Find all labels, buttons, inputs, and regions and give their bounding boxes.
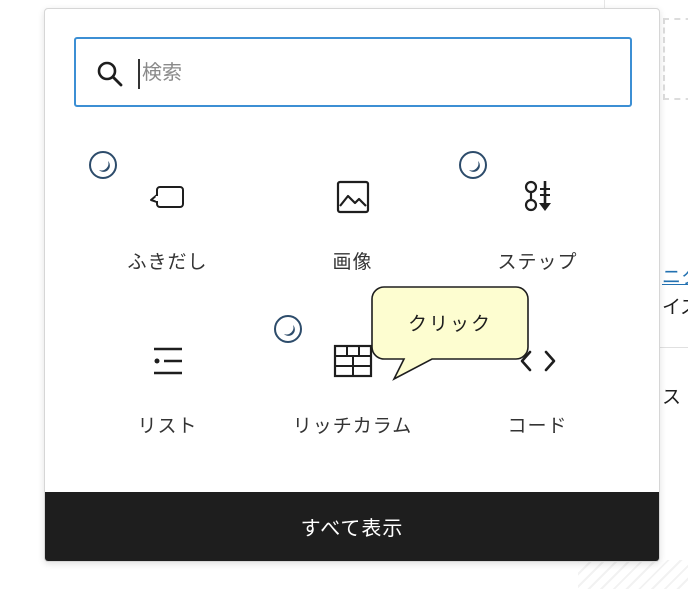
pro-badge-icon xyxy=(459,151,487,179)
step-icon xyxy=(518,177,558,217)
browse-all-button[interactable]: すべて表示 xyxy=(45,492,659,561)
search-input[interactable] xyxy=(142,52,602,92)
list-icon xyxy=(148,341,188,381)
block-label: リッチカラム xyxy=(292,415,413,437)
editor-text-fragment: ス xyxy=(662,386,682,408)
pro-badge-icon xyxy=(89,151,117,179)
text-caret xyxy=(138,59,140,89)
search-box[interactable] xyxy=(74,37,632,107)
block-label: リスト xyxy=(137,415,198,437)
editor-hatched-area xyxy=(578,560,688,589)
block-placeholder xyxy=(663,18,688,100)
search-icon xyxy=(97,61,123,87)
block-label: 画像 xyxy=(332,251,373,273)
block-label: ステップ xyxy=(497,251,578,273)
callout-text: クリック xyxy=(407,313,492,335)
image-icon xyxy=(333,177,373,217)
block-inserter-popover: ふきだし 画像 ステップ xyxy=(44,8,660,562)
block-item-balloon[interactable]: ふきだし xyxy=(75,157,260,307)
rich-column-icon xyxy=(333,341,373,381)
block-label: ふきだし xyxy=(127,251,208,273)
editor-text-fragment: イズ xyxy=(662,296,688,318)
block-label: コード xyxy=(507,415,568,437)
annotation-callout: クリック xyxy=(370,285,530,381)
balloon-icon xyxy=(148,177,188,217)
pro-badge-icon xyxy=(274,315,302,343)
editor-link-fragment[interactable]: ニク xyxy=(662,262,688,289)
editor-divider xyxy=(660,347,688,348)
block-item-list[interactable]: リスト xyxy=(75,321,260,471)
